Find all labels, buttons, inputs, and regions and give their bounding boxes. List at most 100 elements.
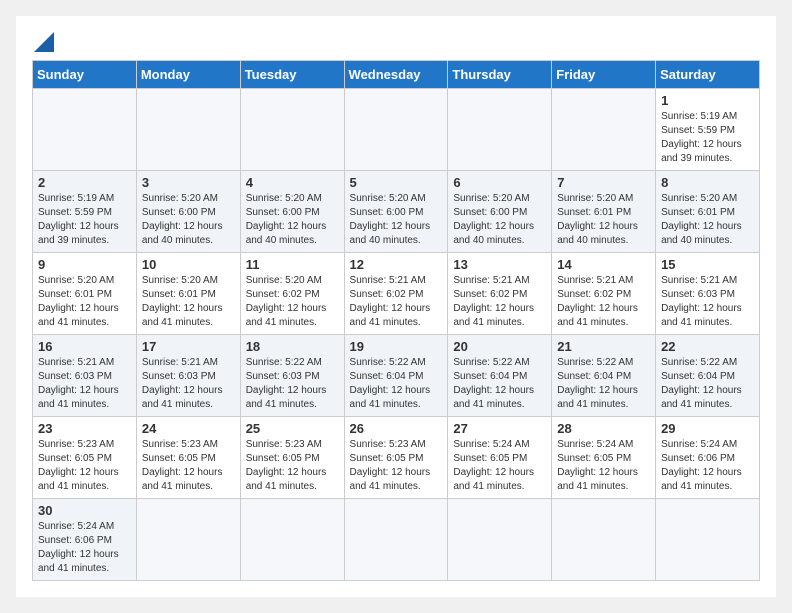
calendar-cell: 7Sunrise: 5:20 AM Sunset: 6:01 PM Daylig… [552,171,656,253]
day-info: Sunrise: 5:21 AM Sunset: 6:02 PM Dayligh… [350,275,431,328]
calendar-cell: 25Sunrise: 5:23 AM Sunset: 6:05 PM Dayli… [240,417,344,499]
weekday-header-thursday: Thursday [448,61,552,89]
day-number: 8 [661,175,754,190]
calendar-cell: 17 Sunrise: 5:21 AM Sunset: 6:03 PM Dayli… [136,335,240,417]
calendar-week-row: 1Sunrise: 5:19 AM Sunset: 5:59 PM Daylig… [33,89,760,171]
day-info: Sunrise: 5:21 AM Sunset: 6:02 PM Dayligh… [453,275,534,328]
calendar-week-row: 2 Sunrise: 5:19 AM Sunset: 5:59 PM Daylig… [33,171,760,253]
calendar-cell: 27 Sunrise: 5:24 AM Sunset: 6:05 PM Dayli… [448,417,552,499]
day-info: Sunrise: 5:24 AM Sunset: 6:05 PM Dayligh… [453,439,534,492]
day-info: Sunrise: 5:23 AM Sunset: 6:05 PM Dayligh… [142,439,223,492]
day-number: 30 [38,503,131,518]
calendar-cell: 14 Sunrise: 5:21 AM Sunset: 6:02 PM Dayli… [552,253,656,335]
day-number: 27 [453,421,546,436]
calendar-cell: 12Sunrise: 5:21 AM Sunset: 6:02 PM Dayli… [344,253,448,335]
day-number: 15 [661,257,754,272]
day-info: Sunrise: 5:20 AM Sunset: 6:01 PM Dayligh… [557,193,638,246]
calendar-cell: 22 Sunrise: 5:22 AM Sunset: 6:04 PM Dayli… [656,335,760,417]
day-info: Sunrise: 5:24 AM Sunset: 6:05 PM Dayligh… [557,439,638,492]
day-number: 24 [142,421,235,436]
weekday-header-wednesday: Wednesday [344,61,448,89]
weekday-header-tuesday: Tuesday [240,61,344,89]
logo-triangle-icon [34,32,54,52]
calendar-cell [552,89,656,171]
calendar-cell: 19 Sunrise: 5:22 AM Sunset: 6:04 PM Dayli… [344,335,448,417]
day-info: Sunrise: 5:20 AM Sunset: 6:00 PM Dayligh… [453,193,534,246]
calendar-cell: 26 Sunrise: 5:23 AM Sunset: 6:05 PM Dayli… [344,417,448,499]
day-number: 9 [38,257,131,272]
day-number: 18 [246,339,339,354]
day-info: Sunrise: 5:21 AM Sunset: 6:03 PM Dayligh… [38,357,119,410]
day-info: Sunrise: 5:24 AM Sunset: 6:06 PM Dayligh… [38,521,119,574]
calendar-table: SundayMondayTuesdayWednesdayThursdayFrid… [32,60,760,581]
weekday-header-friday: Friday [552,61,656,89]
day-info: Sunrise: 5:22 AM Sunset: 6:04 PM Dayligh… [350,357,431,410]
calendar-cell: 10 Sunrise: 5:20 AM Sunset: 6:01 PM Dayli… [136,253,240,335]
day-info: Sunrise: 5:20 AM Sunset: 6:00 PM Dayligh… [246,193,327,246]
day-number: 14 [557,257,650,272]
day-info: Sunrise: 5:20 AM Sunset: 6:00 PM Dayligh… [142,193,223,246]
calendar-cell: 11 Sunrise: 5:20 AM Sunset: 6:02 PM Dayli… [240,253,344,335]
calendar-cell [136,499,240,581]
logo [32,32,54,52]
day-number: 17 [142,339,235,354]
day-number: 4 [246,175,339,190]
calendar-cell: 28 Sunrise: 5:24 AM Sunset: 6:05 PM Dayli… [552,417,656,499]
calendar-cell: 5Sunrise: 5:20 AM Sunset: 6:00 PM Daylig… [344,171,448,253]
day-info: Sunrise: 5:22 AM Sunset: 6:04 PM Dayligh… [557,357,638,410]
day-info: Sunrise: 5:21 AM Sunset: 6:03 PM Dayligh… [661,275,742,328]
day-number: 20 [453,339,546,354]
day-info: Sunrise: 5:19 AM Sunset: 5:59 PM Dayligh… [38,193,119,246]
day-number: 28 [557,421,650,436]
calendar-cell: 8 Sunrise: 5:20 AM Sunset: 6:01 PM Daylig… [656,171,760,253]
weekday-header-saturday: Saturday [656,61,760,89]
calendar-cell: 2 Sunrise: 5:19 AM Sunset: 5:59 PM Daylig… [33,171,137,253]
day-info: Sunrise: 5:24 AM Sunset: 6:06 PM Dayligh… [661,439,742,492]
calendar-cell [344,499,448,581]
day-number: 1 [661,93,754,108]
calendar-cell: 9 Sunrise: 5:20 AM Sunset: 6:01 PM Daylig… [33,253,137,335]
calendar-cell: 30 Sunrise: 5:24 AM Sunset: 6:06 PM Dayli… [33,499,137,581]
day-info: Sunrise: 5:20 AM Sunset: 6:01 PM Dayligh… [142,275,223,328]
calendar-week-row: 9 Sunrise: 5:20 AM Sunset: 6:01 PM Daylig… [33,253,760,335]
calendar-cell [448,499,552,581]
calendar-cell: 3Sunrise: 5:20 AM Sunset: 6:00 PM Daylig… [136,171,240,253]
day-number: 22 [661,339,754,354]
day-info: Sunrise: 5:23 AM Sunset: 6:05 PM Dayligh… [38,439,119,492]
calendar-cell: 1Sunrise: 5:19 AM Sunset: 5:59 PM Daylig… [656,89,760,171]
day-number: 13 [453,257,546,272]
day-number: 26 [350,421,443,436]
calendar-cell [656,499,760,581]
day-number: 2 [38,175,131,190]
weekday-header-row: SundayMondayTuesdayWednesdayThursdayFrid… [33,61,760,89]
day-info: Sunrise: 5:23 AM Sunset: 6:05 PM Dayligh… [350,439,431,492]
day-info: Sunrise: 5:22 AM Sunset: 6:04 PM Dayligh… [661,357,742,410]
calendar-cell [344,89,448,171]
day-number: 6 [453,175,546,190]
day-number: 16 [38,339,131,354]
day-info: Sunrise: 5:20 AM Sunset: 6:02 PM Dayligh… [246,275,327,328]
calendar-week-row: 30 Sunrise: 5:24 AM Sunset: 6:06 PM Dayli… [33,499,760,581]
calendar-week-row: 23Sunrise: 5:23 AM Sunset: 6:05 PM Dayli… [33,417,760,499]
day-number: 11 [246,257,339,272]
calendar-cell: 29Sunrise: 5:24 AM Sunset: 6:06 PM Dayli… [656,417,760,499]
day-number: 10 [142,257,235,272]
calendar-cell [448,89,552,171]
calendar-cell: 20Sunrise: 5:22 AM Sunset: 6:04 PM Dayli… [448,335,552,417]
day-info: Sunrise: 5:21 AM Sunset: 6:03 PM Dayligh… [142,357,223,410]
calendar-cell: 18Sunrise: 5:22 AM Sunset: 6:03 PM Dayli… [240,335,344,417]
day-info: Sunrise: 5:21 AM Sunset: 6:02 PM Dayligh… [557,275,638,328]
day-info: Sunrise: 5:20 AM Sunset: 6:01 PM Dayligh… [661,193,742,246]
weekday-header-sunday: Sunday [33,61,137,89]
day-info: Sunrise: 5:20 AM Sunset: 6:01 PM Dayligh… [38,275,119,328]
calendar-week-row: 16 Sunrise: 5:21 AM Sunset: 6:03 PM Dayli… [33,335,760,417]
calendar-cell: 6 Sunrise: 5:20 AM Sunset: 6:00 PM Daylig… [448,171,552,253]
calendar-cell [240,499,344,581]
day-number: 25 [246,421,339,436]
header [32,32,760,52]
calendar-cell: 16 Sunrise: 5:21 AM Sunset: 6:03 PM Dayli… [33,335,137,417]
day-number: 5 [350,175,443,190]
calendar-cell [552,499,656,581]
day-number: 19 [350,339,443,354]
calendar-cell: 21Sunrise: 5:22 AM Sunset: 6:04 PM Dayli… [552,335,656,417]
